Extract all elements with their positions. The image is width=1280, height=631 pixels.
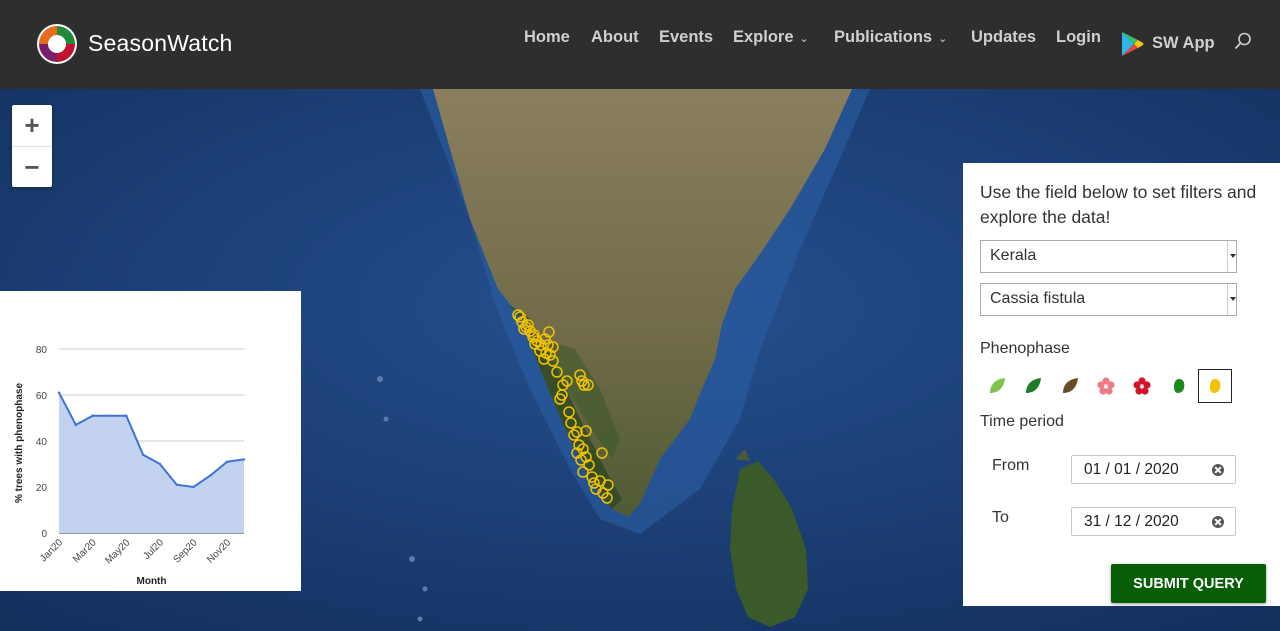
chevron-down-icon: ⌄ [799,33,809,45]
data-point [91,414,94,417]
region-select-value: Kerala [990,247,1037,264]
chevron-down-icon: ⌄ [938,33,948,45]
y-tick-label: 40 [36,437,48,448]
phenophase-option[interactable] [1053,369,1087,403]
leaf-brown-icon [1062,378,1078,393]
nav-label: Publications [834,28,933,46]
y-tick-label: 60 [36,391,48,402]
filter-panel: Use the field below to set filters and e… [963,163,1280,606]
nav-label: Explore [733,28,794,46]
data-point [141,453,145,456]
x-tick-label: Sep20 [171,537,200,566]
data-point [225,460,229,463]
flower-pink-icon [1097,377,1115,395]
region-select[interactable]: Kerala [980,240,1237,273]
species-select[interactable]: Cassia fistula [980,283,1237,316]
chevron-down-icon [1227,284,1236,315]
to-date-input[interactable]: 31 / 12 / 2020 [1071,507,1236,536]
clear-icon[interactable] [1212,516,1224,528]
search-icon[interactable] [1234,32,1252,50]
x-tick-label: Jul20 [141,537,166,562]
top-nav-bar: SeasonWatch SW App Home About Events Explor… [0,0,1280,89]
nav-explore[interactable]: Explore ⌄ [733,28,809,47]
fruit-green-icon [1173,379,1184,395]
data-point [57,391,61,394]
x-axis-title: Month [137,576,167,587]
flower-red-icon [1133,377,1151,395]
from-label: From [992,457,1030,474]
map-zoom-control: + − [12,105,52,187]
y-tick-label: 80 [36,345,48,356]
area-fill [59,392,244,533]
data-point [192,485,195,489]
nav-publications[interactable]: Publications ⌄ [834,28,947,47]
zoom-in-button[interactable]: + [12,105,52,146]
phenophase-option[interactable] [1089,369,1123,403]
filter-intro-text: Use the field below to set filters and e… [980,182,1257,227]
y-axis-title: % trees with phenophase [14,383,25,503]
sw-app-link[interactable]: SW App [1152,34,1215,53]
x-tick-label: Jan20 [38,537,65,564]
seasonwatch-logo[interactable] [36,23,78,65]
data-point [108,414,111,417]
phenophase-chart-panel: 0 20 40 60 80 Jan20 Mar20 May20 Jul20 Sep20 Nov20 M… [0,291,301,591]
data-point [242,458,246,461]
phenophase-area-chart: 0 20 40 60 80 Jan20 Mar20 May20 Jul20 Sep20 Nov20 M… [14,345,246,587]
time-period-label: Time period [980,413,1064,430]
leaf-dark-green-icon [1026,378,1042,393]
y-tick-label: 0 [41,529,47,540]
x-tick-label: May20 [103,537,132,566]
phenophase-option[interactable] [980,369,1014,403]
fruit-yellow-icon [1209,379,1221,395]
nav-home[interactable]: Home [524,28,570,47]
from-date-value: 01 / 01 / 2020 [1084,461,1179,478]
x-tick-label: Mar20 [71,537,99,565]
phenophase-option[interactable] [1125,369,1159,403]
data-point [175,483,178,486]
phenophase-selector [980,369,1240,405]
data-point [125,414,128,417]
phenophase-option[interactable] [1162,369,1196,403]
phenophase-label: Phenophase [980,340,1070,357]
brand-name[interactable]: SeasonWatch [88,30,233,57]
nav-label: Events [659,28,714,46]
google-play-icon[interactable] [1120,31,1144,57]
nav-label: About [591,28,639,46]
nav-login[interactable]: Login [1056,28,1101,47]
leaf-light-green-icon [990,378,1005,393]
from-date-input[interactable]: 01 / 01 / 2020 [1071,455,1236,484]
species-select-value: Cassia fistula [990,290,1086,307]
nav-label: Home [524,28,570,46]
data-point [158,462,162,466]
nav-label: Login [1056,28,1101,46]
to-label: To [992,509,1009,526]
to-date-value: 31 / 12 / 2020 [1084,513,1179,530]
data-point [209,474,212,477]
x-tick-label: Nov20 [205,537,234,566]
nav-about[interactable]: About [591,28,639,47]
chevron-down-icon [1227,241,1236,272]
phenophase-option[interactable] [1016,369,1050,403]
data-point [74,423,78,427]
submit-query-button[interactable]: SUBMIT QUERY [1111,564,1266,603]
clear-icon[interactable] [1212,464,1224,476]
y-tick-label: 20 [36,483,48,494]
nav-events[interactable]: Events [659,28,713,47]
nav-updates[interactable]: Updates [971,28,1036,47]
phenophase-option[interactable] [1197,369,1232,403]
nav-label: Updates [971,28,1037,46]
zoom-out-button[interactable]: − [12,146,52,187]
